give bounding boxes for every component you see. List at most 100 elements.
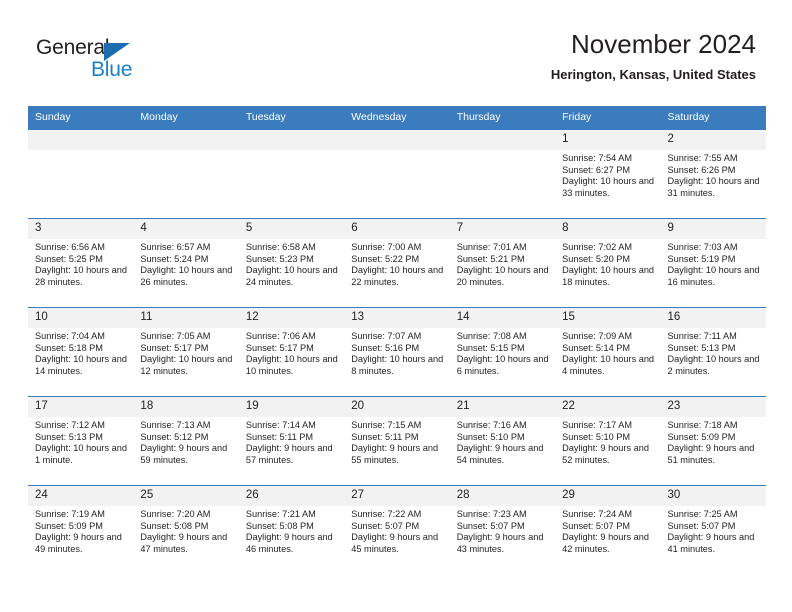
weekday-header-saturday: Saturday [660, 106, 766, 130]
sunset-text: Sunset: 6:27 PM [562, 164, 631, 175]
day-sun-info: Sunrise: 7:24 AM Sunset: 5:07 PM Daylight:… [555, 506, 660, 555]
calendar-day-cell[interactable]: 21 Sunrise: 7:16 AM Sunset: 5:10 PM Dayligh… [449, 396, 556, 486]
day-number: 26 [238, 486, 345, 506]
day-number: 7 [449, 219, 556, 239]
calendar-day-cell[interactable]: 7 Sunrise: 7:01 AM Sunset: 5:21 PM Daylight… [449, 218, 556, 308]
day-number: 8 [555, 219, 661, 239]
general-blue-logo[interactable]: General Blue [36, 36, 216, 86]
calendar-day-cell[interactable]: 14 Sunrise: 7:08 AM Sunset: 5:15 PM Dayligh… [449, 307, 556, 397]
day-number: 6 [344, 219, 450, 239]
calendar-day-cell[interactable]: 13 Sunrise: 7:07 AM Sunset: 5:16 PM Dayligh… [344, 307, 450, 397]
daylight-text: Daylight: 10 hours and 1 minute. [35, 443, 127, 465]
sunrise-text: Sunrise: 7:03 AM [667, 242, 738, 252]
sunrise-text: Sunrise: 7:04 AM [35, 331, 105, 341]
sunrise-text: Sunrise: 7:09 AM [562, 331, 633, 341]
calendar-day-cell[interactable]: 12 Sunrise: 7:06 AM Sunset: 5:17 PM Dayligh… [238, 307, 345, 397]
sunrise-text: Sunrise: 6:56 AM [35, 242, 105, 252]
calendar-day-cell[interactable]: 22 Sunrise: 7:17 AM Sunset: 5:10 PM Dayligh… [555, 396, 661, 486]
calendar-day-cell[interactable]: 29 Sunrise: 7:24 AM Sunset: 5:07 PM Dayligh… [555, 485, 661, 574]
weekday-header-thursday: Thursday [449, 106, 556, 130]
day-number: 25 [133, 486, 239, 506]
daylight-text: Daylight: 9 hours and 46 minutes. [245, 532, 333, 554]
sunrise-text: Sunrise: 7:17 AM [562, 420, 633, 430]
sunset-text: Sunset: 5:23 PM [245, 253, 314, 264]
day-sun-info: Sunrise: 7:54 AM Sunset: 6:27 PM Daylight:… [555, 150, 660, 199]
calendar-day-cell[interactable]: 17 Sunrise: 7:12 AM Sunset: 5:13 PM Dayligh… [28, 396, 134, 486]
day-number [28, 130, 134, 150]
daylight-text: Daylight: 10 hours and 12 minutes. [140, 354, 233, 376]
day-sun-info: Sunrise: 7:01 AM Sunset: 5:21 PM Daylight:… [450, 239, 555, 288]
sunrise-text: Sunrise: 7:21 AM [245, 509, 316, 519]
calendar-day-cell-empty [238, 129, 345, 219]
daylight-text: Daylight: 10 hours and 22 minutes. [351, 265, 444, 287]
calendar-day-cell[interactable]: 9 Sunrise: 7:03 AM Sunset: 5:19 PM Daylight… [660, 218, 766, 308]
sunset-text: Sunset: 5:18 PM [35, 342, 103, 353]
calendar-day-cell[interactable]: 25 Sunrise: 7:20 AM Sunset: 5:08 PM Dayligh… [133, 485, 239, 574]
day-sun-info: Sunrise: 7:25 AM Sunset: 5:07 PM Daylight:… [661, 506, 766, 555]
calendar-day-cell[interactable]: 15 Sunrise: 7:09 AM Sunset: 5:14 PM Dayligh… [555, 307, 661, 397]
sunset-text: Sunset: 5:11 PM [351, 431, 419, 442]
sunset-text: Sunset: 5:07 PM [351, 520, 420, 531]
sunset-text: Sunset: 5:13 PM [35, 431, 103, 442]
calendar-day-cell[interactable]: 18 Sunrise: 7:13 AM Sunset: 5:12 PM Dayligh… [133, 396, 239, 486]
day-sun-info: Sunrise: 6:58 AM Sunset: 5:23 PM Daylight:… [239, 239, 344, 288]
sunset-text: Sunset: 5:13 PM [667, 342, 736, 353]
calendar-day-cell[interactable]: 28 Sunrise: 7:23 AM Sunset: 5:07 PM Dayligh… [449, 485, 556, 574]
calendar-day-cell[interactable]: 27 Sunrise: 7:22 AM Sunset: 5:07 PM Dayligh… [344, 485, 450, 574]
sunset-text: Sunset: 5:09 PM [667, 431, 736, 442]
daylight-text: Daylight: 9 hours and 43 minutes. [456, 532, 544, 554]
daylight-text: Daylight: 10 hours and 33 minutes. [562, 176, 655, 198]
page-header: General Blue November 2024 Herington, Ka… [0, 0, 792, 100]
day-number: 9 [660, 219, 766, 239]
day-sun-info: Sunrise: 7:23 AM Sunset: 5:07 PM Daylight:… [450, 506, 555, 555]
sunset-text: Sunset: 5:12 PM [140, 431, 209, 442]
calendar-day-cell[interactable]: 23 Sunrise: 7:18 AM Sunset: 5:09 PM Dayligh… [660, 396, 766, 486]
sunset-text: Sunset: 5:17 PM [140, 342, 209, 353]
sunrise-text: Sunrise: 7:55 AM [667, 153, 738, 163]
calendar-day-cell[interactable]: 3 Sunrise: 6:56 AM Sunset: 5:25 PM Daylight… [28, 218, 134, 308]
calendar-day-cell[interactable]: 8 Sunrise: 7:02 AM Sunset: 5:20 PM Daylight… [555, 218, 661, 308]
day-number: 15 [555, 308, 661, 328]
calendar-day-cell[interactable]: 4 Sunrise: 6:57 AM Sunset: 5:24 PM Daylight… [133, 218, 239, 308]
calendar-week-row: 3 Sunrise: 6:56 AM Sunset: 5:25 PM Daylight… [28, 218, 766, 308]
daylight-text: Daylight: 9 hours and 57 minutes. [245, 443, 333, 465]
day-sun-info: Sunrise: 7:20 AM Sunset: 5:08 PM Daylight:… [133, 506, 238, 555]
sunrise-text: Sunrise: 7:11 AM [667, 331, 737, 341]
day-number: 29 [555, 486, 661, 506]
day-number: 5 [238, 219, 345, 239]
day-number: 10 [28, 308, 134, 328]
calendar-day-cell[interactable]: 5 Sunrise: 6:58 AM Sunset: 5:23 PM Daylight… [238, 218, 345, 308]
calendar-day-cell[interactable]: 19 Sunrise: 7:14 AM Sunset: 5:11 PM Dayligh… [238, 396, 345, 486]
daylight-text: Daylight: 9 hours and 47 minutes. [140, 532, 228, 554]
calendar-day-cell-empty [133, 129, 239, 219]
sunrise-text: Sunrise: 6:58 AM [245, 242, 316, 252]
calendar-day-cell[interactable]: 1 Sunrise: 7:54 AM Sunset: 6:27 PM Daylight… [555, 129, 661, 219]
daylight-text: Daylight: 10 hours and 28 minutes. [35, 265, 127, 287]
sunset-text: Sunset: 6:26 PM [667, 164, 736, 175]
calendar-day-cell-empty [344, 129, 450, 219]
calendar-day-cell[interactable]: 20 Sunrise: 7:15 AM Sunset: 5:11 PM Dayligh… [344, 396, 450, 486]
day-number: 1 [555, 130, 661, 150]
daylight-text: Daylight: 10 hours and 16 minutes. [667, 265, 760, 287]
day-sun-info: Sunrise: 7:55 AM Sunset: 6:26 PM Daylight:… [661, 150, 766, 199]
day-sun-info: Sunrise: 7:21 AM Sunset: 5:08 PM Daylight:… [239, 506, 344, 555]
sunset-text: Sunset: 5:07 PM [667, 520, 736, 531]
calendar-day-cell[interactable]: 11 Sunrise: 7:05 AM Sunset: 5:17 PM Dayligh… [133, 307, 239, 397]
sunrise-text: Sunrise: 7:16 AM [456, 420, 527, 430]
calendar-day-cell[interactable]: 16 Sunrise: 7:11 AM Sunset: 5:13 PM Dayligh… [660, 307, 766, 397]
day-number [133, 130, 239, 150]
calendar-day-cell[interactable]: 26 Sunrise: 7:21 AM Sunset: 5:08 PM Dayligh… [238, 485, 345, 574]
sunrise-text: Sunrise: 7:12 AM [35, 420, 105, 430]
sunset-text: Sunset: 5:10 PM [456, 431, 525, 442]
day-number: 28 [449, 486, 556, 506]
calendar-day-cell[interactable]: 30 Sunrise: 7:25 AM Sunset: 5:07 PM Dayligh… [660, 485, 766, 574]
daylight-text: Daylight: 10 hours and 4 minutes. [562, 354, 655, 376]
calendar-day-cell[interactable]: 6 Sunrise: 7:00 AM Sunset: 5:22 PM Daylight… [344, 218, 450, 308]
day-sun-info: Sunrise: 6:57 AM Sunset: 5:24 PM Daylight:… [133, 239, 238, 288]
calendar-day-cell[interactable]: 2 Sunrise: 7:55 AM Sunset: 6:26 PM Daylight… [660, 129, 766, 219]
day-number: 12 [238, 308, 345, 328]
calendar-header-row: Sunday Monday Tuesday Wednesday Thursday Frid… [28, 106, 766, 130]
calendar-day-cell[interactable]: 24 Sunrise: 7:19 AM Sunset: 5:09 PM Dayligh… [28, 485, 134, 574]
day-number: 18 [133, 397, 239, 417]
calendar-day-cell[interactable]: 10 Sunrise: 7:04 AM Sunset: 5:18 PM Dayligh… [28, 307, 134, 397]
